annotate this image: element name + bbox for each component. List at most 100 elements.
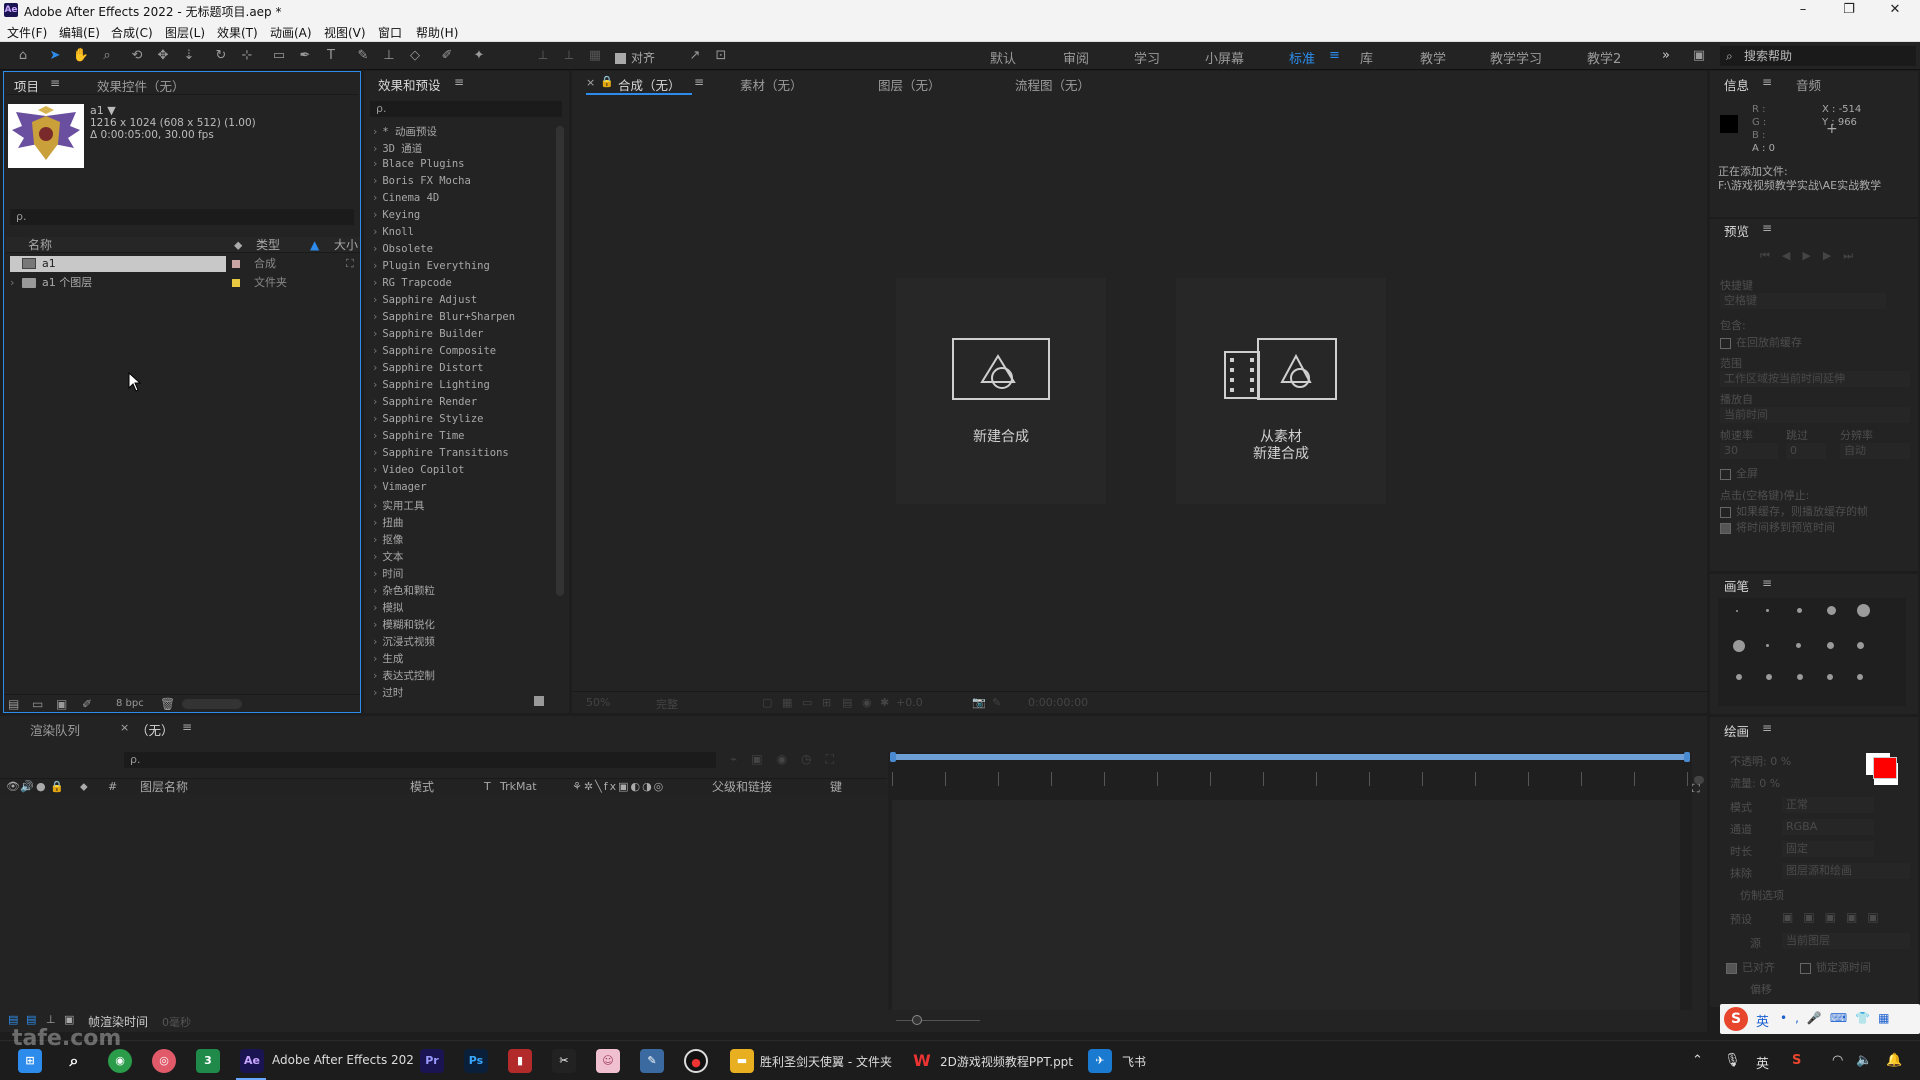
range-dropdown[interactable]: 工作区域按当前时间延伸 bbox=[1720, 371, 1910, 387]
work-area-bar[interactable] bbox=[892, 754, 1688, 760]
axis-view-icon[interactable]: ▦ bbox=[586, 47, 604, 65]
chevron-right-icon[interactable]: › bbox=[372, 209, 378, 221]
selection-tool-icon[interactable]: ➤ bbox=[46, 47, 64, 65]
wps-icon[interactable]: W bbox=[910, 1049, 934, 1073]
trash-icon[interactable]: 🗑 bbox=[160, 697, 175, 711]
effects-category[interactable]: › * 动画预设 bbox=[372, 124, 437, 139]
microphone-icon[interactable]: 🎙 bbox=[1724, 1053, 1741, 1068]
chevron-right-icon[interactable]: › bbox=[372, 243, 378, 255]
workspace-more-icon[interactable]: » bbox=[1662, 48, 1670, 63]
clone-presets[interactable]: ▣▣▣▣▣ bbox=[1782, 910, 1892, 926]
effects-category[interactable]: › Obsolete bbox=[372, 243, 433, 255]
feishu-icon[interactable]: ✈ bbox=[1088, 1049, 1112, 1073]
chevron-right-icon[interactable]: › bbox=[372, 396, 378, 408]
work-area-start-handle[interactable] bbox=[890, 752, 896, 762]
shortcut-dropdown[interactable]: 空格键 bbox=[1720, 293, 1886, 309]
visibility-icon[interactable]: 👁 bbox=[6, 779, 20, 795]
workspace-library[interactable]: 库 bbox=[1360, 48, 1373, 67]
effects-category[interactable]: › 抠像 bbox=[372, 532, 403, 547]
number-column[interactable]: # bbox=[108, 779, 117, 795]
chevron-right-icon[interactable]: › bbox=[372, 226, 378, 238]
chevron-right-icon[interactable]: › bbox=[372, 328, 378, 340]
rotate-tool-icon[interactable]: ↻ bbox=[212, 47, 230, 65]
play-from-dropdown[interactable]: 当前时间 bbox=[1720, 407, 1910, 423]
workspace-teaching2[interactable]: 教学2 bbox=[1587, 48, 1621, 67]
ppt-taskbar-label[interactable]: 2D游戏视频教程PPT.ppt bbox=[940, 1053, 1073, 1070]
sogou-s-icon[interactable]: S bbox=[1724, 1007, 1748, 1031]
lock-time-option[interactable]: 锁定源时间 bbox=[1800, 959, 1871, 975]
resolution-dropdown[interactable]: 自动 bbox=[1840, 443, 1910, 459]
effects-category[interactable]: › 模拟 bbox=[372, 600, 403, 615]
tab-info[interactable]: 信息 bbox=[1724, 75, 1749, 94]
horizontal-scrollbar[interactable] bbox=[182, 699, 242, 709]
col-name[interactable]: 名称 bbox=[28, 237, 52, 253]
eraser-tool-icon[interactable]: ◇ bbox=[406, 47, 424, 65]
hand-tool-icon[interactable]: ✋ bbox=[72, 47, 90, 65]
chevron-right-icon[interactable]: › bbox=[372, 670, 378, 682]
aligned-option[interactable]: 已对齐 bbox=[1726, 959, 1775, 975]
work-area-end-handle[interactable] bbox=[1684, 752, 1690, 762]
fullscreen-option[interactable]: 全屏 bbox=[1720, 465, 1758, 481]
chevron-right-icon[interactable]: › bbox=[372, 345, 378, 357]
col-keys[interactable]: 键 bbox=[830, 779, 842, 795]
effects-category[interactable]: › 文本 bbox=[372, 549, 403, 564]
comp-flow-icon[interactable]: ▤ bbox=[8, 1013, 18, 1026]
effects-category[interactable]: › Sapphire Transitions bbox=[372, 447, 509, 459]
cached-frames-option[interactable]: 如果缓存，则播放缓存的帧 bbox=[1720, 503, 1868, 519]
roto-brush-icon[interactable]: ✐ bbox=[438, 47, 456, 65]
pen-tool-icon[interactable]: ✒ bbox=[296, 47, 314, 65]
panel-layout-icon[interactable]: ▣ bbox=[1690, 47, 1708, 65]
timeline-search-input[interactable]: ρ. bbox=[124, 752, 716, 768]
time-ruler[interactable] bbox=[892, 772, 1688, 786]
chevron-right-icon[interactable]: › bbox=[372, 192, 378, 204]
premiere-icon[interactable]: Pr bbox=[420, 1049, 444, 1073]
snap-icon[interactable]: ↗ bbox=[686, 47, 704, 65]
wifi-icon[interactable]: ◠ bbox=[1832, 1053, 1843, 1068]
drawing-app-icon[interactable]: ✎ bbox=[640, 1049, 664, 1073]
source-dropdown[interactable]: 当前图层 bbox=[1782, 933, 1910, 949]
flowchart-icon[interactable]: ⛶ bbox=[346, 256, 354, 272]
rectangle-tool-icon[interactable]: ▭ bbox=[270, 47, 288, 65]
effects-category[interactable]: › Vimager bbox=[372, 481, 427, 493]
anchor-tool-icon[interactable]: ⊹ bbox=[238, 47, 256, 65]
label-tag-icon[interactable]: ⬥ bbox=[234, 237, 242, 253]
tray-expand-icon[interactable]: ⌃ bbox=[1692, 1053, 1703, 1068]
workspace-learn[interactable]: 学习 bbox=[1134, 48, 1160, 67]
chevron-right-icon[interactable]: › bbox=[372, 413, 378, 425]
chevron-right-icon[interactable]: › bbox=[372, 653, 378, 665]
solo-icon[interactable]: ● bbox=[36, 779, 46, 795]
opacity-value[interactable]: 不透明: 0 % bbox=[1730, 753, 1791, 769]
search-taskbar-icon[interactable]: ⌕ bbox=[62, 1049, 86, 1073]
transparency-grid-icon[interactable]: ▦ bbox=[782, 696, 792, 709]
region-icon[interactable]: ▢ bbox=[762, 696, 772, 709]
effects-category[interactable]: › Sapphire Blur+Sharpen bbox=[372, 311, 515, 323]
chevron-right-icon[interactable]: › bbox=[372, 636, 378, 648]
workspace-default[interactable]: 默认 bbox=[990, 48, 1016, 67]
capcut-icon[interactable]: ✂ bbox=[552, 1049, 576, 1073]
chevron-right-icon[interactable]: › bbox=[372, 260, 378, 272]
folder-taskbar-icon[interactable]: ▬ bbox=[730, 1049, 754, 1073]
app-red-icon[interactable]: ▮ bbox=[508, 1049, 532, 1073]
mode-dropdown[interactable]: 正常 bbox=[1782, 797, 1874, 813]
tab-project[interactable]: 项目 bbox=[14, 76, 39, 95]
effects-category[interactable]: › Sapphire Composite bbox=[372, 345, 496, 357]
label-column-icon[interactable]: ⬥ bbox=[80, 779, 88, 795]
effects-menu-icon[interactable]: ≡ bbox=[454, 75, 464, 89]
chevron-right-icon[interactable]: › bbox=[372, 585, 378, 597]
guides-icon[interactable]: ⊞ bbox=[822, 696, 831, 709]
tab-flowchart[interactable]: 流程图（无） bbox=[1015, 75, 1090, 94]
move-time-option[interactable]: 将时间移到预览时间 bbox=[1720, 519, 1835, 535]
col-t[interactable]: T bbox=[484, 779, 491, 795]
ime-language[interactable]: 英 bbox=[1756, 1011, 1769, 1030]
duration-dropdown[interactable]: 固定 bbox=[1782, 841, 1874, 857]
zoom-tool-icon[interactable]: ⌕ bbox=[98, 47, 116, 65]
tab-footage[interactable]: 素材（无） bbox=[740, 75, 803, 94]
search-help-input[interactable]: ⌕ 搜索帮助 bbox=[1720, 46, 1916, 66]
home-icon[interactable]: ⌂ bbox=[14, 47, 32, 65]
notification-icon[interactable]: 🔔 bbox=[1886, 1053, 1902, 1068]
tab-brush[interactable]: 画笔 bbox=[1724, 576, 1749, 595]
render-time-icon[interactable]: ▣ bbox=[64, 1013, 74, 1026]
type-tool-icon[interactable]: T bbox=[322, 47, 340, 65]
close-button[interactable]: ✕ bbox=[1872, 0, 1918, 20]
new-preset-icon[interactable] bbox=[534, 696, 544, 706]
